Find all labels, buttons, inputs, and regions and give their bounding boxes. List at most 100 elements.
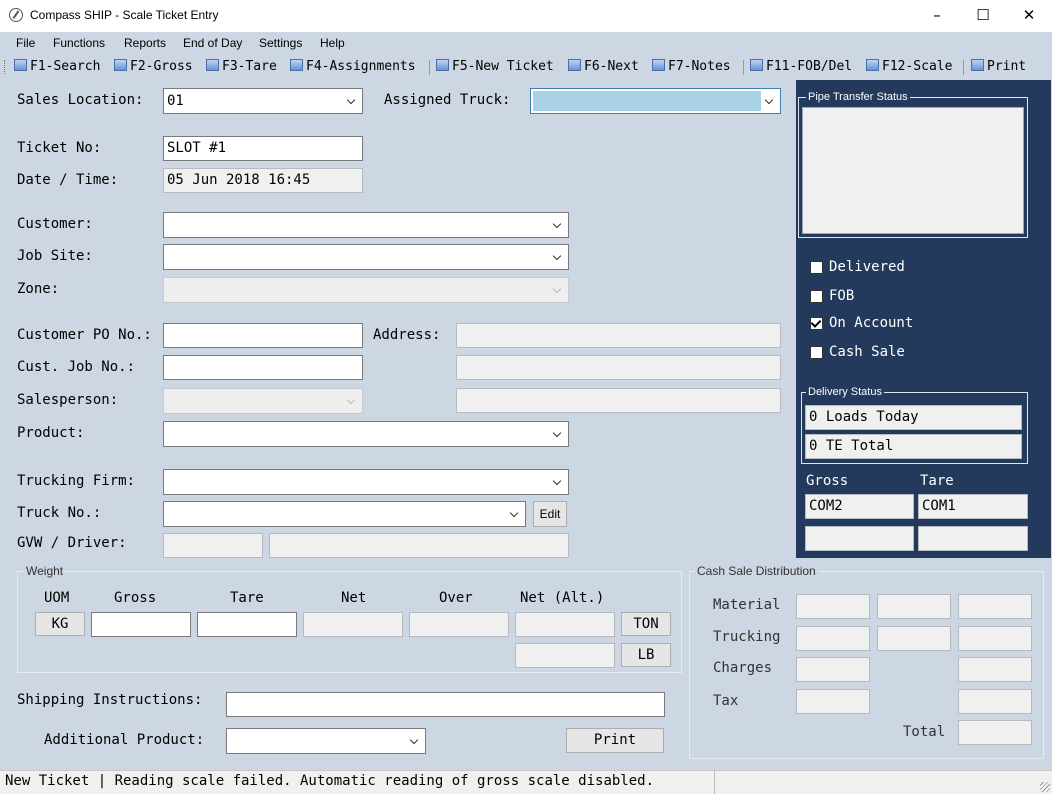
toolbar-new-ticket-button[interactable]: F5-New Ticket [436, 58, 554, 76]
product-select[interactable] [163, 421, 569, 447]
tax-label: Tax [713, 693, 739, 709]
menu-help[interactable]: Help [320, 36, 345, 50]
toolbar-tare-button[interactable]: F3-Tare [206, 58, 277, 76]
total-label: Total [903, 724, 946, 740]
chevron-down-icon [410, 729, 420, 753]
salesperson-label: Salesperson: [17, 392, 119, 408]
image-icon [290, 59, 303, 71]
charges-label: Charges [713, 660, 773, 676]
trucking-firm-select[interactable] [163, 469, 569, 495]
ticket-no-input[interactable]: SLOT #1 [163, 136, 363, 161]
charges-field-1 [796, 657, 870, 682]
menu-reports[interactable]: Reports [124, 36, 166, 50]
edit-truck-button[interactable]: Edit [533, 501, 567, 527]
chevron-down-icon [553, 213, 563, 237]
material-label: Material [713, 597, 781, 613]
image-icon [750, 59, 763, 71]
chevron-down-icon [553, 470, 563, 494]
menu-settings[interactable]: Settings [259, 36, 302, 50]
maximize-button[interactable]: ☐ [960, 0, 1006, 31]
tare-header: Tare [230, 590, 264, 606]
chevron-down-icon [347, 89, 357, 113]
gvw-field [163, 533, 263, 558]
close-button[interactable]: ✕ [1006, 0, 1052, 31]
driver-field [269, 533, 569, 558]
over-header: Over [439, 590, 473, 606]
toolbar-next-button[interactable]: F6-Next [568, 58, 639, 76]
delivered-label: Delivered [829, 259, 905, 275]
toolbar-scale-button[interactable]: F12-Scale [866, 58, 952, 76]
additional-product-select[interactable] [226, 728, 426, 754]
material-field-2 [877, 594, 951, 619]
zone-label: Zone: [17, 281, 60, 297]
delivered-checkbox[interactable] [810, 261, 823, 274]
sales-location-select[interactable]: 01 [163, 88, 363, 114]
tare-weight-input[interactable] [197, 612, 297, 637]
lb-button[interactable]: LB [621, 643, 671, 667]
menu-end-of-day[interactable]: End of Day [183, 36, 242, 50]
net-alt-lb-field [515, 643, 615, 668]
menu-functions[interactable]: Functions [53, 36, 105, 50]
status-bar-divider [714, 771, 715, 794]
uom-header: UOM [44, 590, 70, 606]
cust-job-no-input[interactable] [163, 355, 363, 380]
cust-job-no-label: Cust. Job No.: [17, 359, 136, 375]
gross-scale-port: COM2 [805, 494, 914, 519]
toolbar-separator [963, 60, 964, 75]
fob-checkbox[interactable] [810, 290, 823, 303]
trucking-field-2 [877, 626, 951, 651]
charges-field-3 [958, 657, 1032, 682]
image-icon [14, 59, 27, 71]
gross-scale-label: Gross [806, 473, 849, 489]
assigned-truck-select[interactable] [530, 88, 781, 114]
address-label: Address: [373, 327, 441, 343]
customer-po-label: Customer PO No.: [17, 327, 152, 343]
image-icon [436, 59, 449, 71]
toolbar-gross-button[interactable]: F2-Gross [114, 58, 193, 76]
image-icon [206, 59, 219, 71]
truck-no-select[interactable] [163, 501, 526, 527]
customer-po-input[interactable] [163, 323, 363, 348]
customer-select[interactable] [163, 212, 569, 238]
chevron-down-icon [553, 422, 563, 446]
image-icon [114, 59, 127, 71]
pipe-transfer-title: Pipe Transfer Status [806, 91, 910, 103]
menu-file[interactable]: File [16, 36, 35, 50]
tax-field-3 [958, 689, 1032, 714]
address-line-1 [456, 323, 781, 348]
address-line-3 [456, 388, 781, 413]
toolbar-fob-del-button[interactable]: F11-FOB/Del [750, 58, 852, 76]
print-button[interactable]: Print [566, 728, 664, 753]
toolbar-separator [743, 60, 744, 75]
status-text: New Ticket | Reading scale failed. Autom… [5, 773, 655, 789]
toolbar-notes-button[interactable]: F7-Notes [652, 58, 731, 76]
toolbar-assignments-button[interactable]: F4-Assignments [290, 58, 416, 76]
gross-weight-input[interactable] [91, 612, 191, 637]
ton-button[interactable]: TON [621, 612, 671, 636]
uom-kg-button[interactable]: KG [35, 612, 85, 636]
toolbar: F1-Search F2-Gross F3-Tare F4-Assignment… [0, 56, 1052, 78]
net-alt-ton-field [515, 612, 615, 637]
trucking-field-1 [796, 626, 870, 651]
shipping-instructions-input[interactable] [226, 692, 665, 717]
minimize-button[interactable]: – [914, 0, 960, 31]
gvw-driver-label: GVW / Driver: [17, 535, 127, 551]
job-site-label: Job Site: [17, 248, 93, 264]
net-alt-header: Net (Alt.) [520, 590, 605, 606]
job-site-select[interactable] [163, 244, 569, 270]
trucking-firm-label: Trucking Firm: [17, 473, 136, 489]
toolbar-grip [4, 60, 8, 74]
toolbar-search-button[interactable]: F1-Search [14, 58, 100, 76]
date-time-label: Date / Time: [17, 172, 119, 188]
toolbar-separator [429, 60, 430, 75]
resize-grip-icon[interactable] [1040, 782, 1050, 792]
chevron-down-icon [553, 278, 563, 302]
cash-sale-checkbox[interactable] [810, 346, 823, 359]
gross-header: Gross [114, 590, 157, 606]
total-field [958, 720, 1032, 745]
on-account-checkbox[interactable] [810, 317, 823, 330]
tare-scale-reading [918, 526, 1028, 551]
toolbar-print-button[interactable]: Print [971, 58, 1026, 76]
loads-today-field: 0 Loads Today [805, 405, 1022, 430]
net-header: Net [341, 590, 367, 606]
